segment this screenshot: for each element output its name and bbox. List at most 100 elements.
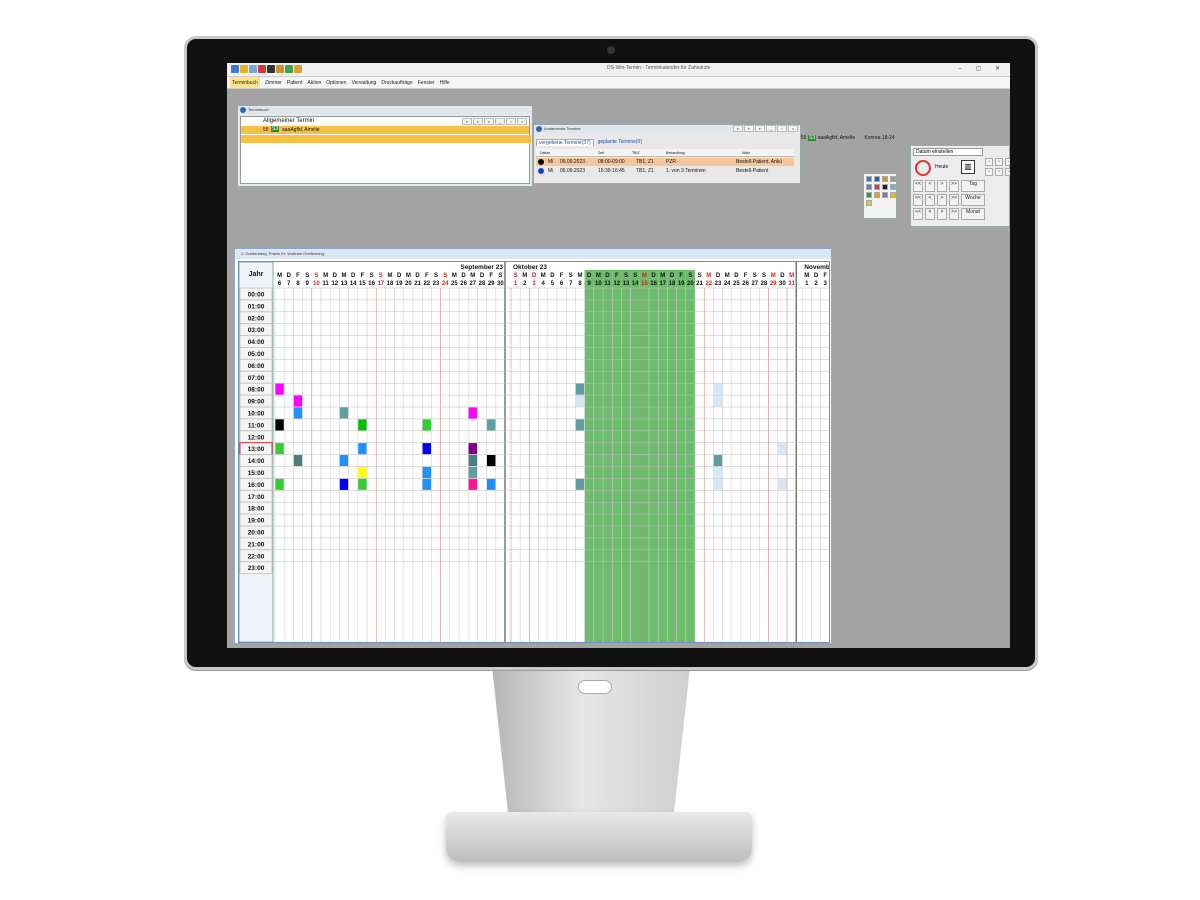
appt-tool-6[interactable]: ○	[788, 125, 798, 132]
undo-icon[interactable]	[294, 65, 302, 73]
patient-number: 55	[263, 127, 269, 133]
refresh-icon[interactable]	[285, 65, 293, 73]
menu-hilfe[interactable]: Hilfe	[440, 77, 450, 88]
appt-tool-4[interactable]: _	[766, 125, 776, 132]
col-datum[interactable]: Datum	[540, 151, 550, 155]
weekday-label: S	[753, 273, 757, 279]
date-input[interactable]: Datum einstellen	[913, 148, 983, 156]
day-next2-button[interactable]: >>	[949, 180, 959, 192]
weekday-label: F	[425, 273, 429, 279]
tab-vergebene-termine[interactable]: vergebene Termine(37)	[536, 139, 594, 146]
side-button-1[interactable]: ▫	[985, 158, 993, 166]
day-number: 29	[488, 281, 495, 287]
appt-tool-5[interactable]: ▫	[777, 125, 787, 132]
month-label[interactable]: Monat	[961, 208, 985, 220]
menu-fenster[interactable]: Fenster	[418, 77, 435, 88]
window-controls[interactable]: – ▢ ✕	[959, 65, 1006, 72]
day-number: 4	[542, 281, 546, 287]
title-bar: DS-Win-Termin - Terminkalender für Zahnä…	[227, 63, 1010, 77]
book-icon[interactable]	[874, 176, 880, 182]
appt-tool-1[interactable]: ▪	[733, 125, 743, 132]
calendar-window: 1: Greifenberg, Praxis Dr. Wolfram Greif…	[234, 248, 842, 644]
appointment-row[interactable]: Mi 06.09.2023 16:30-16:45 TB1, Z1 1. von…	[536, 167, 794, 175]
col-tbz[interactable]: TB/Z	[632, 151, 640, 155]
group-icon[interactable]	[882, 192, 888, 198]
appt-tool-3[interactable]: ▪	[755, 125, 765, 132]
users-icon[interactable]	[866, 184, 872, 190]
day-number: 17	[377, 281, 384, 287]
tool-button-1[interactable]: ▪	[462, 118, 472, 125]
hour-label: 20:00	[248, 530, 265, 537]
patient-row-selected[interactable]: 55 S3 aaaAgfld, Amelie	[241, 126, 529, 134]
month-prev-button[interactable]: <	[925, 208, 935, 220]
day-label[interactable]: Tag	[961, 180, 985, 192]
tab-geplante-termine[interactable]: geplante Termine(0)	[598, 139, 642, 146]
day-prev-button[interactable]: <	[925, 180, 935, 192]
calendar-view-icon[interactable]	[866, 176, 872, 182]
col-zeit[interactable]: Zeit	[598, 151, 604, 155]
week-next-button[interactable]: >	[937, 194, 947, 206]
weekday-label: D	[734, 273, 739, 279]
tool-button-5[interactable]: ▫	[506, 118, 516, 125]
menu-verwaltung[interactable]: Verwaltung	[352, 77, 377, 88]
tool-button-6[interactable]: ○	[517, 118, 527, 125]
tool-button-3[interactable]: ▪	[484, 118, 494, 125]
folder-icon[interactable]	[866, 200, 872, 206]
tool-button-2[interactable]: ▪	[473, 118, 483, 125]
weekday-label: F	[823, 273, 827, 279]
day-prev2-button[interactable]: <<	[913, 180, 923, 192]
book-icon[interactable]: ▥	[961, 160, 975, 174]
list-icon[interactable]	[866, 192, 872, 198]
weekday-label: D	[397, 273, 402, 279]
year-calendar-grid[interactable]: Jahr 00:00 01:00 02:00 03:00 04:00 05:00 06:00 0…	[238, 261, 842, 643]
folder-icon[interactable]	[240, 65, 248, 73]
appointment-block	[713, 395, 723, 407]
today-circle-icon[interactable]	[915, 160, 931, 176]
menu-patient[interactable]: Patient	[287, 77, 303, 88]
filter-icon[interactable]	[258, 65, 266, 73]
holiday-column	[667, 270, 677, 642]
menu-optionen[interactable]: Optionen	[326, 77, 346, 88]
month-next2-button[interactable]: >>	[949, 208, 959, 220]
side-button-2[interactable]: ▫	[995, 158, 1003, 166]
day-next-button[interactable]: >	[937, 180, 947, 192]
menu-zimmer[interactable]: Zimmer	[265, 77, 282, 88]
binoculars-icon[interactable]	[882, 184, 888, 190]
day-number: 10	[313, 281, 320, 287]
note-icon[interactable]	[882, 176, 888, 182]
side-button-4[interactable]: ▫	[985, 168, 993, 176]
tool-button-4[interactable]: _	[495, 118, 505, 125]
week-next2-button[interactable]: >>	[949, 194, 959, 206]
clock-icon[interactable]	[874, 192, 880, 198]
appt-tool-2[interactable]: ▪	[744, 125, 754, 132]
menu-druckauftraege[interactable]: Druckaufträge	[381, 77, 412, 88]
calendar-icon[interactable]	[276, 65, 284, 73]
week-label[interactable]: Woche	[961, 194, 985, 206]
month-prev2-button[interactable]: <<	[913, 208, 923, 220]
print-icon[interactable]	[890, 184, 896, 190]
menu-bar: Terminbuch Zimmer Patient Aktion Optione…	[227, 77, 1010, 89]
side-button-3[interactable]: ▫	[1005, 158, 1010, 166]
weekday-label: M	[470, 273, 475, 279]
patient-strip: 55 S3 aaaAgfld, Amelie Konrea 18-24	[801, 135, 895, 141]
print-icon[interactable]	[249, 65, 257, 73]
appointment-row[interactable]: Mi 06.09.2023 08:00-09:00 TB1, Z1 PZR Be…	[536, 158, 794, 166]
day-number: 28	[479, 281, 486, 287]
weekday-label: S	[624, 273, 628, 279]
month-next-button[interactable]: >	[937, 208, 947, 220]
col-behandlung[interactable]: Behandlung	[666, 151, 685, 155]
week-prev-button[interactable]: <	[925, 194, 935, 206]
menu-terminbuch[interactable]: Terminbuch	[230, 77, 260, 88]
week-prev2-button[interactable]: <<	[913, 194, 923, 206]
filter-icon[interactable]	[874, 184, 880, 190]
star-icon[interactable]	[890, 192, 896, 198]
col-notiz[interactable]: Notiz	[742, 151, 750, 155]
side-button-5[interactable]: ▫	[995, 168, 1003, 176]
search-icon[interactable]	[267, 65, 275, 73]
today-label[interactable]: Heute	[935, 164, 948, 170]
open-icon[interactable]	[231, 65, 239, 73]
menu-aktion[interactable]: Aktion	[307, 77, 321, 88]
hour-label: 01:00	[248, 303, 265, 310]
side-button-6[interactable]: ▫	[1005, 168, 1010, 176]
copy-icon[interactable]	[890, 176, 896, 182]
